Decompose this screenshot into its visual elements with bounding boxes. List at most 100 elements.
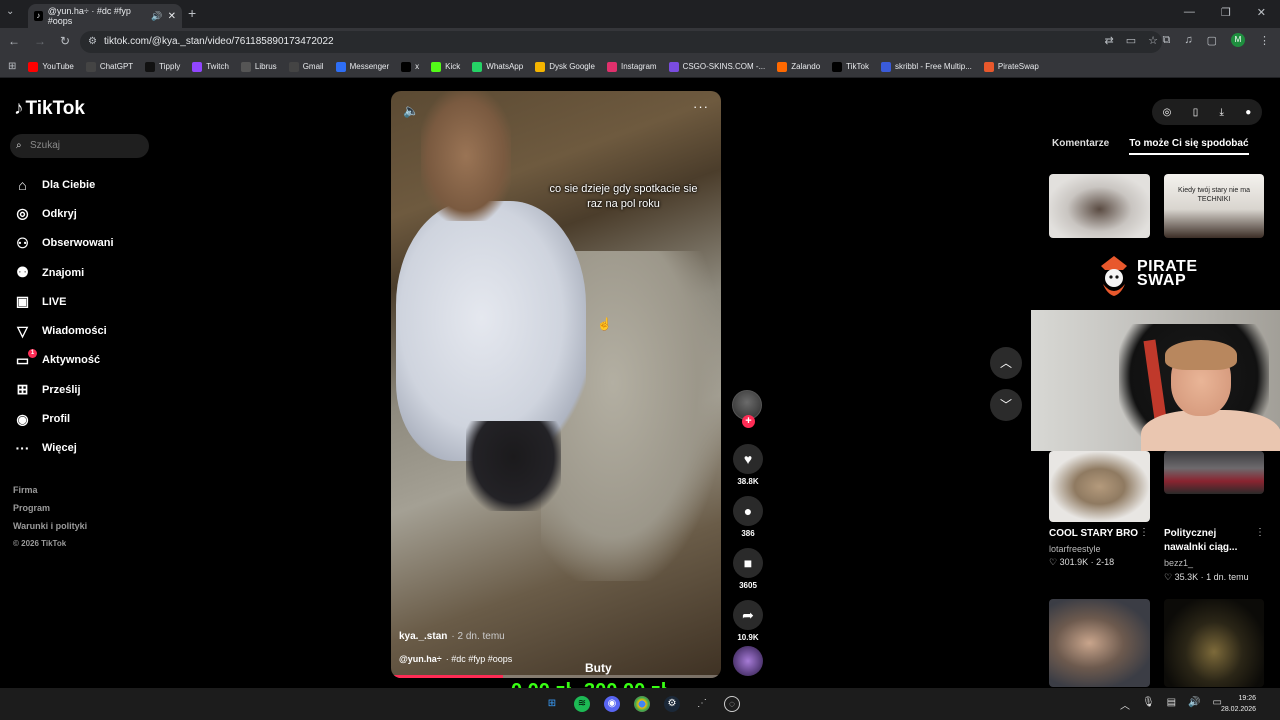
recommended-video-thumbnail[interactable] bbox=[1164, 599, 1264, 687]
bookmark-icon[interactable]: ■ bbox=[733, 548, 763, 578]
author-avatar[interactable]: + bbox=[732, 390, 762, 428]
card-more-icon[interactable]: ⋮ bbox=[1139, 527, 1149, 538]
network-icon[interactable]: ▤ bbox=[1167, 697, 1176, 712]
bookmark-item[interactable]: Tipply bbox=[145, 61, 180, 72]
tray-chevron-icon[interactable]: ︿ bbox=[1120, 697, 1130, 712]
close-window-icon[interactable]: ✕ bbox=[1257, 6, 1266, 19]
translate-icon[interactable]: ⇄ bbox=[1105, 34, 1114, 47]
forward-icon[interactable]: → bbox=[34, 34, 46, 48]
previous-video-button[interactable]: ︿ bbox=[990, 347, 1022, 379]
follow-button[interactable]: + bbox=[742, 415, 755, 428]
bookmark-item[interactable]: YouTube bbox=[28, 61, 74, 72]
comment-icon[interactable]: ● bbox=[733, 496, 763, 526]
recommended-video-thumbnail[interactable] bbox=[1049, 451, 1150, 522]
recommended-video-thumbnail[interactable] bbox=[1049, 174, 1150, 238]
site-info-icon[interactable]: ⚙ bbox=[88, 31, 97, 53]
sidebar-item-profil[interactable]: ◉ Profil bbox=[14, 404, 114, 433]
media-icon[interactable]: ♫ bbox=[1184, 34, 1192, 46]
volume-icon[interactable]: 🔈 bbox=[403, 103, 419, 119]
bookmark-item[interactable]: x bbox=[401, 61, 419, 72]
steam-icon[interactable]: ⚙ bbox=[664, 696, 680, 712]
sidebar-item-znajomi[interactable]: ⚉ Znajomi bbox=[14, 258, 114, 287]
apps-icon[interactable]: ⊞ bbox=[8, 61, 16, 72]
sidebar-item-dla-ciebie[interactable]: ⌂ Dla Ciebie bbox=[14, 170, 114, 199]
bookmark-item[interactable]: Gmail bbox=[288, 61, 324, 72]
bookmark-item[interactable]: Zalando bbox=[777, 61, 820, 72]
tab-groups-icon[interactable]: ▢ bbox=[1207, 34, 1217, 47]
browser-tab[interactable]: ♪ @yun.ha÷ · #dc #fyp #oops 🔊 ✕ bbox=[28, 4, 182, 28]
bookmark-star-icon[interactable]: ☆ bbox=[1148, 34, 1158, 47]
bookmark-item[interactable]: TikTok bbox=[832, 61, 869, 72]
caption-mention[interactable]: @yun.ha÷ bbox=[399, 654, 442, 664]
taskbar-clock[interactable]: 19:26 28.02.2026 bbox=[1221, 693, 1256, 715]
sidebar-item-obserwowani[interactable]: ⚇ Obserwowani bbox=[14, 229, 113, 258]
restore-icon[interactable]: ❐ bbox=[1221, 6, 1231, 19]
recommended-video-thumbnail[interactable] bbox=[1164, 451, 1264, 494]
minimize-icon[interactable]: — bbox=[1184, 6, 1195, 19]
card-title[interactable]: Politycznej nawalnki ciąg... bbox=[1164, 527, 1254, 555]
tiktok-logo[interactable]: ♪ TikTok bbox=[14, 98, 85, 120]
sidebar-item-więcej[interactable]: ··· Więcej bbox=[14, 434, 114, 463]
sidebar-item-prześlij[interactable]: ⊞ Prześlij bbox=[14, 375, 114, 404]
card-more-icon[interactable]: ⋮ bbox=[1255, 527, 1265, 538]
discord-icon[interactable]: ◉ bbox=[604, 696, 620, 712]
recommended-video-thumbnail[interactable] bbox=[1049, 599, 1150, 687]
obs-icon[interactable]: ◌ bbox=[724, 696, 740, 712]
sidebar-item-live[interactable]: ▣ LIVE bbox=[14, 287, 114, 316]
video-author[interactable]: kya._.stan · 2 dn. temu bbox=[399, 631, 505, 642]
bookmark-item[interactable]: skribbl - Free Multip... bbox=[880, 61, 972, 72]
card-author[interactable]: bezz1_ bbox=[1164, 558, 1193, 568]
extensions-icon[interactable]: ⧉ bbox=[1162, 34, 1170, 47]
footer-link-firma[interactable]: Firma bbox=[13, 481, 87, 499]
speaker-icon[interactable]: 🔊 bbox=[151, 11, 162, 22]
video-progress-bar[interactable] bbox=[391, 675, 721, 678]
bookmark-item[interactable]: PirateSwap bbox=[983, 61, 1039, 72]
tab-recommendations[interactable]: To może Ci się spodobać bbox=[1129, 138, 1249, 155]
card-title[interactable]: COOL STARY BRO bbox=[1049, 527, 1138, 541]
footer-link-terms[interactable]: Warunki i polityki bbox=[13, 517, 87, 535]
compass-icon[interactable]: ◎ bbox=[1163, 107, 1172, 118]
reload-icon[interactable]: ↻ bbox=[60, 34, 70, 48]
cast-icon[interactable]: ▭ bbox=[1126, 34, 1136, 47]
back-icon[interactable]: ← bbox=[8, 34, 20, 48]
tab-comments[interactable]: Komentarze bbox=[1052, 138, 1109, 155]
app-icon[interactable]: ⋰ bbox=[694, 696, 710, 712]
bookmark-item[interactable]: Librus bbox=[240, 61, 277, 72]
heart-icon[interactable]: ♥ bbox=[733, 444, 763, 474]
bookmark-item[interactable]: Twitch bbox=[192, 61, 229, 72]
sidebar-item-wiadomości[interactable]: ▽ Wiadomości bbox=[14, 316, 114, 345]
address-bar[interactable]: ⚙ tiktok.com/@kya._stan/video/7611858901… bbox=[80, 31, 1162, 53]
sidebar-item-odkryj[interactable]: ◎ Odkryj bbox=[14, 199, 114, 228]
recommended-video-thumbnail[interactable]: Kiedy twój stary nie ma TECHNIKI bbox=[1164, 174, 1264, 238]
bookmark-item[interactable]: Instagram bbox=[606, 61, 657, 72]
bookmark-item[interactable]: Messenger bbox=[335, 61, 389, 72]
microphone-icon[interactable]: 🎙 bbox=[1142, 697, 1155, 712]
bookmark-item[interactable]: ChatGPT bbox=[85, 61, 133, 72]
menu-icon[interactable]: ⋮ bbox=[1259, 34, 1270, 47]
phone-icon[interactable]: ▯ bbox=[1193, 107, 1199, 118]
caption-hashtags[interactable]: · #dc #fyp #oops bbox=[446, 654, 513, 664]
next-video-button[interactable]: ﹀ bbox=[990, 389, 1022, 421]
chrome-icon[interactable] bbox=[634, 696, 650, 712]
close-tab-icon[interactable]: ✕ bbox=[168, 11, 176, 22]
bookmark-item[interactable]: WhatsApp bbox=[472, 61, 523, 72]
video-player[interactable]: 🔈 ··· co sie dzieje gdy spotkacie sie ra… bbox=[391, 91, 721, 678]
sound-disc-icon[interactable] bbox=[733, 646, 763, 676]
volume-tray-icon[interactable]: 🔊 bbox=[1188, 697, 1200, 712]
bookmark-item[interactable]: Dysk Google bbox=[535, 61, 595, 72]
bookmark-item[interactable]: Kick bbox=[431, 61, 460, 72]
bookmark-item[interactable]: CSGO-SKINS.COM -... bbox=[668, 61, 765, 72]
card-author[interactable]: lotarfreestyle bbox=[1049, 544, 1101, 554]
share-icon[interactable]: ➦ bbox=[733, 600, 763, 630]
sidebar-item-aktywność[interactable]: ▭ Aktywność 1 bbox=[14, 346, 114, 375]
footer-link-program[interactable]: Program bbox=[13, 499, 87, 517]
spotify-icon[interactable]: ≋ bbox=[574, 696, 590, 712]
user-avatar[interactable]: ● bbox=[1245, 107, 1251, 118]
tab-search-icon[interactable]: ⌄ bbox=[6, 6, 14, 17]
search-input[interactable]: ⌕ Szukaj bbox=[10, 134, 149, 158]
windows-start-icon[interactable]: ⊞ bbox=[544, 696, 560, 712]
new-tab-button[interactable]: + bbox=[188, 5, 196, 21]
profile-avatar[interactable]: M bbox=[1231, 33, 1245, 47]
download-icon[interactable]: ⤓ bbox=[1220, 107, 1224, 118]
more-options-icon[interactable]: ··· bbox=[693, 99, 709, 114]
